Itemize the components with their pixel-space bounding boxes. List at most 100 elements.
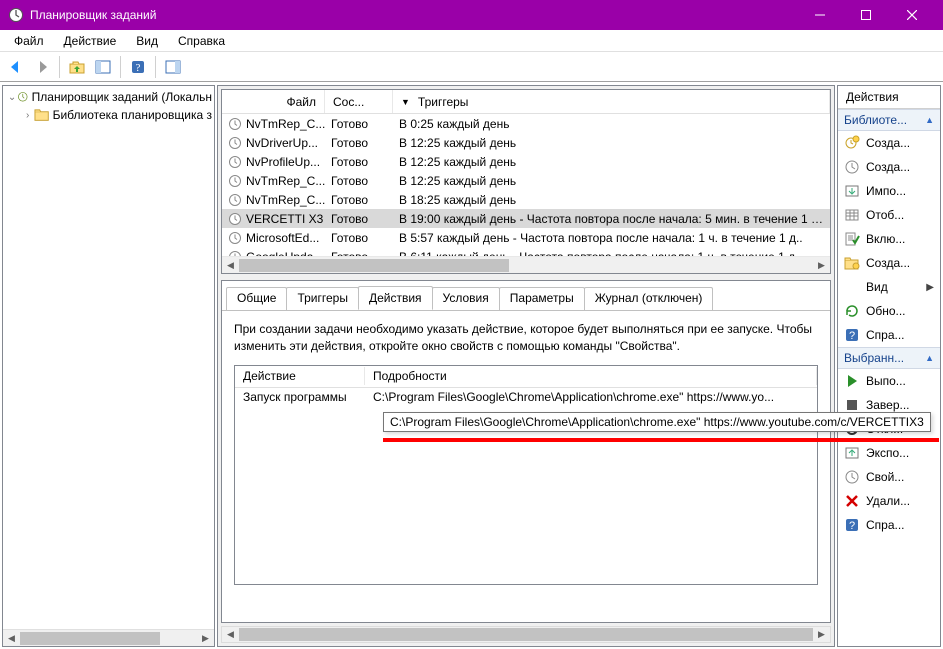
scrollbar-thumb[interactable]	[239, 259, 509, 272]
action-pane-item[interactable]: Удали...	[838, 489, 940, 513]
action-pane-item[interactable]: Отоб...	[838, 203, 940, 227]
menu-action[interactable]: Действие	[54, 32, 127, 50]
actions-table-body[interactable]: Запуск программы C:\Program Files\Google…	[235, 388, 817, 407]
svg-text:?: ?	[136, 62, 141, 74]
actions-description: При создании задачи необходимо указать д…	[234, 321, 818, 355]
action-pane-item-label: Отоб...	[866, 208, 934, 222]
action-pane-item[interactable]: ?Спра...	[838, 513, 940, 537]
action-pane-item[interactable]: Созда...	[838, 131, 940, 155]
center-pane: Файл Сос... ▼ Триггеры NvTmRep_C...Готов…	[217, 85, 835, 647]
task-status: Готово	[325, 231, 393, 245]
help-icon: ?	[844, 517, 860, 533]
back-button[interactable]	[4, 55, 28, 79]
task-row[interactable]: VERCETTI X3ГотовоВ 19:00 каждый день - Ч…	[222, 209, 830, 228]
menu-file[interactable]: Файл	[4, 32, 54, 50]
stop-icon	[844, 397, 860, 413]
actions-group-library[interactable]: Библиоте... ▲	[838, 109, 940, 131]
task-row[interactable]: GoogleUpda...ГотовоВ 6:11 каждый день - …	[222, 247, 830, 256]
scroll-right-icon[interactable]: ▶	[813, 627, 830, 642]
clock-icon	[228, 231, 242, 245]
column-status[interactable]: Сос...	[325, 90, 393, 113]
action-pane-item[interactable]: Вклю...	[838, 227, 940, 251]
action-row[interactable]: Запуск программы C:\Program Files\Google…	[235, 388, 817, 407]
scroll-left-icon[interactable]: ◀	[3, 630, 20, 647]
delete-icon	[844, 493, 860, 509]
clock-icon	[228, 193, 242, 207]
action-pane-item[interactable]: Созда...	[838, 155, 940, 179]
task-row[interactable]: NvDriverUp...ГотовоВ 12:25 каждый день	[222, 133, 830, 152]
task-status: Готово	[325, 155, 393, 169]
scroll-right-icon[interactable]: ▶	[813, 257, 830, 274]
tab-triggers[interactable]: Триггеры	[286, 287, 359, 311]
action-pane-item[interactable]: ?Спра...	[838, 323, 940, 347]
task-list-scrollbar[interactable]: ◀ ▶	[222, 256, 830, 273]
scroll-right-icon[interactable]: ▶	[197, 630, 214, 647]
column-details[interactable]: Подробности	[365, 367, 817, 385]
task-list-body[interactable]: NvTmRep_C...ГотовоВ 0:25 каждый деньNvDr…	[222, 114, 830, 256]
toolbar-divider	[155, 56, 156, 78]
action-pane-item[interactable]: Обно...	[838, 299, 940, 323]
collapse-icon: ▲	[925, 353, 934, 363]
scroll-left-icon[interactable]: ◀	[222, 627, 239, 642]
tab-content: При создании задачи необходимо указать д…	[222, 310, 830, 622]
action-row-details: C:\Program Files\Google\Chrome\Applicati…	[365, 390, 817, 404]
maximize-button[interactable]	[843, 0, 889, 30]
action-pane-item[interactable]: Экспо...	[838, 441, 940, 465]
scrollbar-thumb[interactable]	[239, 628, 813, 641]
toggle-actions-button[interactable]	[161, 55, 185, 79]
detail-tabs: Общие Триггеры Действия Условия Параметр…	[222, 281, 830, 310]
actions-pane-title: Действия	[838, 86, 940, 109]
tab-general[interactable]: Общие	[226, 287, 287, 311]
action-pane-item-label: Созда...	[866, 136, 934, 150]
task-trigger: В 12:25 каждый день	[393, 174, 830, 188]
clock-icon	[228, 212, 242, 226]
task-name: NvTmRep_C...	[246, 174, 325, 188]
action-pane-item[interactable]: Выпо...	[838, 369, 940, 393]
close-button[interactable]	[889, 0, 935, 30]
task-row[interactable]: MicrosoftEd...ГотовоВ 5:57 каждый день -…	[222, 228, 830, 247]
task-row[interactable]: NvTmRep_C...ГотовоВ 12:25 каждый день	[222, 171, 830, 190]
column-action[interactable]: Действие	[235, 367, 365, 385]
expand-icon[interactable]: ›	[21, 110, 34, 121]
task-trigger: В 19:00 каждый день - Частота повтора по…	[393, 212, 830, 226]
tab-conditions[interactable]: Условия	[432, 287, 500, 311]
tab-settings[interactable]: Параметры	[499, 287, 585, 311]
action-pane-item[interactable]: Созда...	[838, 251, 940, 275]
tab-history[interactable]: Журнал (отключен)	[584, 287, 714, 311]
scroll-left-icon[interactable]: ◀	[222, 257, 239, 274]
menu-view[interactable]: Вид	[126, 32, 168, 50]
column-triggers[interactable]: ▼ Триггеры	[393, 90, 830, 113]
action-pane-item[interactable]: Свой...	[838, 465, 940, 489]
forward-button[interactable]	[30, 55, 54, 79]
action-pane-item-label: Вклю...	[866, 232, 934, 246]
clock-icon	[228, 136, 242, 150]
scrollbar-thumb[interactable]	[20, 632, 160, 645]
minimize-button[interactable]	[797, 0, 843, 30]
tab-actions[interactable]: Действия	[358, 286, 433, 310]
toolbar-divider	[59, 56, 60, 78]
help-button[interactable]: ?	[126, 55, 150, 79]
action-pane-item-label: Созда...	[866, 160, 934, 174]
task-row[interactable]: NvProfileUp...ГотовоВ 12:25 каждый день	[222, 152, 830, 171]
action-pane-item[interactable]: Импо...	[838, 179, 940, 203]
actions-group-selected[interactable]: Выбранн... ▲	[838, 347, 940, 369]
task-row[interactable]: NvTmRep_C...ГотовоВ 0:25 каждый день	[222, 114, 830, 133]
clock-new-icon	[844, 135, 860, 151]
expand-icon[interactable]: ⌄	[7, 92, 17, 103]
tree-root[interactable]: ⌄ Планировщик заданий (Локальн	[3, 88, 214, 106]
task-trigger: В 12:25 каждый день	[393, 155, 830, 169]
menu-help[interactable]: Справка	[168, 32, 235, 50]
detail-horizontal-scrollbar[interactable]: ◀ ▶	[221, 626, 831, 643]
action-pane-item[interactable]: Вид▶	[838, 275, 940, 299]
toggle-tree-button[interactable]	[91, 55, 115, 79]
column-name[interactable]: Файл	[222, 90, 325, 113]
tree-horizontal-scrollbar[interactable]: ◀ ▶	[3, 629, 214, 646]
export-icon	[844, 445, 860, 461]
action-pane-item-label: Выпо...	[866, 374, 934, 388]
task-row[interactable]: NvTmRep_C...ГотовоВ 18:25 каждый день	[222, 190, 830, 209]
app-icon	[8, 7, 24, 23]
tree-library[interactable]: › Библиотека планировщика з	[3, 106, 214, 124]
up-folder-button[interactable]	[65, 55, 89, 79]
action-pane-item-label: Созда...	[866, 256, 934, 270]
svg-text:?: ?	[849, 330, 855, 342]
